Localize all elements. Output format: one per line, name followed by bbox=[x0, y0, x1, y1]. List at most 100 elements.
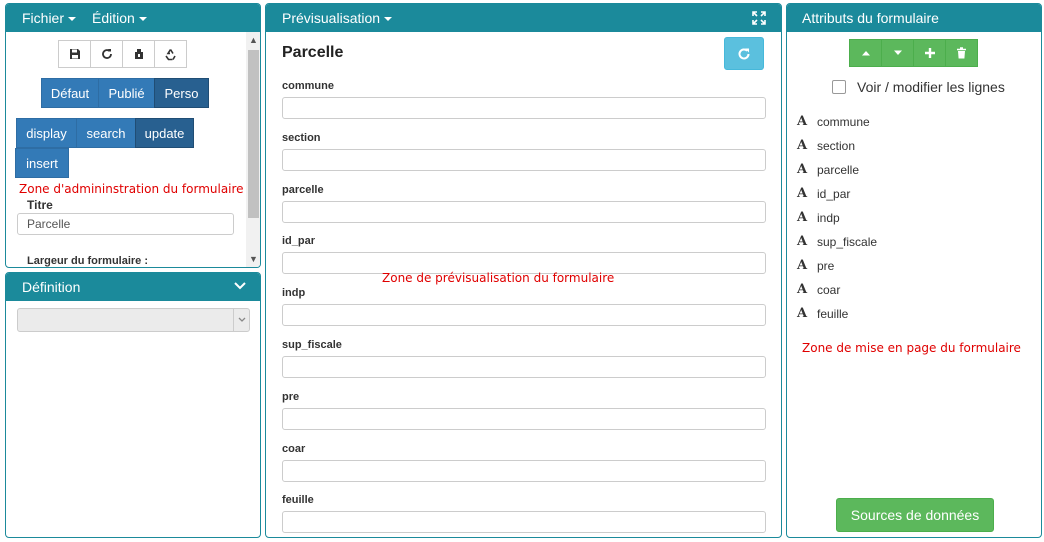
field-input-section[interactable] bbox=[282, 148, 766, 171]
field-input-indp[interactable] bbox=[282, 304, 766, 327]
mode-update-button[interactable]: update bbox=[135, 118, 194, 148]
text-type-icon: A bbox=[797, 234, 808, 249]
attribute-item-label: commune bbox=[817, 114, 870, 129]
lines-checkbox-row: Voir / modifier les lignes bbox=[832, 79, 1005, 95]
admin-scrollbar[interactable]: ▲ ▼ bbox=[246, 32, 260, 267]
attribute-item[interactable]: Acommune bbox=[797, 114, 870, 129]
toolbar bbox=[58, 40, 187, 68]
attribute-item[interactable]: Aid_par bbox=[797, 186, 850, 201]
attribute-item[interactable]: Apre bbox=[797, 258, 834, 273]
field-label-id-par: id_par bbox=[282, 235, 316, 248]
triangle-down-icon bbox=[893, 50, 902, 55]
field-input-parcelle[interactable] bbox=[282, 200, 766, 223]
chevron-down-icon bbox=[234, 282, 246, 290]
mode-search-button[interactable]: search bbox=[76, 118, 136, 148]
save-icon bbox=[69, 49, 80, 59]
attributes-annotation: Zone de mise en page du formulaire bbox=[802, 341, 1021, 355]
reload-preview-button[interactable] bbox=[724, 37, 764, 70]
attribute-item-label: sup_fiscale bbox=[817, 234, 878, 249]
admin-annotation: Zone d'admininstration du formulaire bbox=[19, 182, 244, 196]
plus-icon bbox=[924, 48, 935, 58]
attribute-item[interactable]: Aparcelle bbox=[797, 162, 859, 177]
chevron-down-icon bbox=[68, 17, 77, 22]
form-title: Parcelle bbox=[282, 44, 344, 61]
refresh-icon bbox=[738, 47, 750, 59]
refresh-button[interactable] bbox=[90, 40, 123, 68]
field-input-feuille[interactable] bbox=[282, 511, 766, 534]
attributes-header: Attributs du formulaire bbox=[787, 4, 1041, 32]
field-input-sup-fiscale[interactable] bbox=[282, 356, 766, 378]
select-arrow bbox=[233, 309, 249, 331]
mode-buttons: display search update bbox=[16, 118, 194, 148]
file-menu[interactable]: Fichier bbox=[22, 10, 77, 26]
fullscreen-icon[interactable] bbox=[752, 11, 766, 25]
preview-menu[interactable]: Prévisualisation bbox=[282, 10, 393, 26]
field-input-commune[interactable] bbox=[282, 97, 766, 119]
status-buttons: Défaut Publié Perso bbox=[41, 78, 209, 108]
status-published-button[interactable]: Publié bbox=[98, 78, 155, 108]
preview-header: Prévisualisation bbox=[266, 4, 781, 32]
text-type-icon: A bbox=[797, 186, 808, 201]
definition-select[interactable] bbox=[17, 308, 250, 332]
edit-menu-label: Édition bbox=[92, 10, 135, 26]
chevron-down-icon bbox=[138, 17, 147, 22]
refresh-icon bbox=[101, 49, 112, 59]
text-type-icon: A bbox=[797, 258, 808, 273]
attribute-item-label: feuille bbox=[817, 306, 849, 321]
move-down-button[interactable] bbox=[881, 39, 914, 67]
mode-insert-button[interactable]: insert bbox=[15, 148, 69, 178]
preview-menu-label: Prévisualisation bbox=[282, 10, 381, 26]
status-default-button[interactable]: Défaut bbox=[41, 78, 99, 108]
edit-menu[interactable]: Édition bbox=[92, 10, 147, 26]
add-attribute-button[interactable] bbox=[913, 39, 946, 67]
text-type-icon: A bbox=[797, 210, 808, 225]
delete-attribute-button[interactable] bbox=[945, 39, 978, 67]
attribute-item[interactable]: Asection bbox=[797, 138, 855, 153]
attribute-item[interactable]: Acoar bbox=[797, 282, 840, 297]
attribute-item[interactable]: Asup_fiscale bbox=[797, 234, 877, 249]
attribute-toolbar bbox=[849, 39, 978, 67]
recycle-icon bbox=[165, 48, 176, 60]
scrollbar-thumb[interactable] bbox=[248, 50, 259, 218]
save-button[interactable] bbox=[58, 40, 91, 68]
attribute-item-label: indp bbox=[817, 210, 840, 225]
attribute-item[interactable]: Afeuille bbox=[797, 306, 848, 321]
field-label-parcelle: parcelle bbox=[282, 183, 324, 196]
chevron-down-icon bbox=[384, 17, 393, 22]
triangle-up-icon bbox=[861, 51, 870, 56]
text-type-icon: A bbox=[797, 114, 808, 129]
lines-checkbox-label: Voir / modifier les lignes bbox=[857, 79, 1005, 95]
text-type-icon: A bbox=[797, 306, 808, 321]
recycle-button[interactable] bbox=[154, 40, 187, 68]
field-label-commune: commune bbox=[282, 80, 334, 92]
attribute-item-label: parcelle bbox=[817, 162, 860, 177]
clean-button[interactable] bbox=[122, 40, 155, 68]
lines-checkbox[interactable] bbox=[832, 80, 846, 94]
definition-panel: Définition bbox=[5, 272, 261, 538]
field-label-section: section bbox=[282, 131, 321, 144]
chevron-up-icon: ▲ bbox=[249, 35, 258, 45]
data-sources-button[interactable]: Sources de données bbox=[836, 498, 994, 532]
admin-panel: Fichier Édition Défaut Publié Perso disp… bbox=[5, 3, 261, 268]
file-menu-label: Fichier bbox=[22, 10, 65, 26]
definition-title: Définition bbox=[22, 279, 81, 295]
title-label: Titre bbox=[27, 198, 53, 212]
attribute-item-label: id_par bbox=[817, 186, 851, 201]
title-input[interactable]: Parcelle bbox=[17, 213, 234, 235]
title-input-value: Parcelle bbox=[27, 217, 71, 231]
attribute-item-label: section bbox=[817, 138, 856, 153]
admin-body: Défaut Publié Perso display search updat… bbox=[6, 32, 246, 267]
field-input-coar[interactable] bbox=[282, 459, 766, 482]
chevron-down-icon: ▼ bbox=[249, 254, 258, 264]
status-custom-button[interactable]: Perso bbox=[154, 78, 209, 108]
text-type-icon: A bbox=[797, 162, 808, 177]
field-label-indp: indp bbox=[282, 287, 306, 300]
field-input-pre[interactable] bbox=[282, 407, 766, 430]
field-label-coar: coar bbox=[282, 442, 306, 455]
definition-header[interactable]: Définition bbox=[6, 273, 260, 301]
mode-display-button[interactable]: display bbox=[16, 118, 77, 148]
text-type-icon: A bbox=[797, 138, 808, 153]
attributes-title: Attributs du formulaire bbox=[802, 10, 939, 26]
attribute-item[interactable]: Aindp bbox=[797, 210, 840, 225]
move-up-button[interactable] bbox=[849, 39, 882, 67]
